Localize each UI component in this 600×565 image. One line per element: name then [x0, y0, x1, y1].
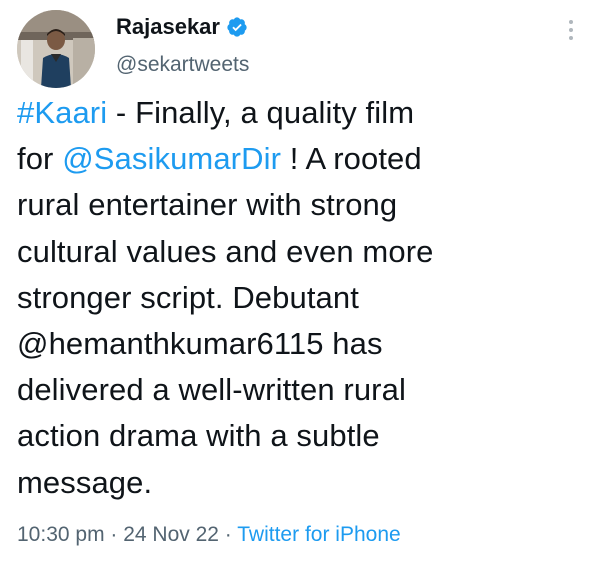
- author-row: Rajasekar: [116, 12, 249, 42]
- more-options-icon[interactable]: [566, 18, 576, 42]
- tweet-text-fragment: ! A rooted: [281, 141, 422, 177]
- tweet-text-fragment: stronger script. Debutant: [17, 279, 359, 315]
- tweet-text-line: for @SasikumarDir ! A rooted: [17, 136, 577, 182]
- tweet-text-line: action drama with a subtle: [17, 413, 577, 459]
- tweet-time[interactable]: 10:30 pm: [17, 523, 105, 546]
- tweet-text-line: message.: [17, 460, 577, 506]
- tweet-text-fragment: - Finally, a quality film: [107, 95, 415, 130]
- tweet-meta: 10:30 pm · 24 Nov 22 · Twitter for iPhon…: [17, 520, 401, 550]
- tweet-text-fragment: cultural values and even more: [17, 233, 434, 269]
- tweet-text-line: cultural values and even more: [17, 229, 577, 275]
- tweet-header: Rajasekar @sekartweets: [116, 12, 249, 78]
- tweet-text-line: #Kaari - Finally, a quality film: [17, 90, 577, 136]
- tweet-date[interactable]: 24 Nov 22: [123, 523, 219, 546]
- tweet-text-fragment: delivered a well-written rural: [17, 372, 406, 408]
- tweet-text: #Kaari - Finally, a quality film for @Sas…: [17, 90, 577, 506]
- hashtag-link[interactable]: #Kaari: [17, 95, 107, 130]
- tweet-text-line: delivered a well-written rural: [17, 367, 577, 413]
- avatar[interactable]: [17, 10, 95, 88]
- verified-badge-icon: [226, 16, 248, 38]
- tweet-text-fragment: for: [17, 141, 63, 177]
- author-name[interactable]: Rajasekar: [116, 12, 220, 42]
- tweet-card: Rajasekar @sekartweets #Kaari - Finally,…: [0, 0, 600, 565]
- tweet-text-fragment: message.: [17, 464, 153, 500]
- author-handle[interactable]: @sekartweets: [116, 52, 249, 78]
- avatar-photo-icon: [17, 10, 95, 88]
- meta-separator: ·: [104, 523, 124, 546]
- meta-separator: ·: [218, 523, 238, 546]
- tweet-text-line: rural entertainer with strong: [17, 182, 577, 228]
- tweet-text-fragment: action drama with a subtle: [17, 418, 380, 454]
- tweet-text-fragment: rural entertainer with strong: [17, 187, 398, 223]
- tweet-text-line: stronger script. Debutant: [17, 275, 577, 321]
- tweet-text-fragment: @hemanthkumar6115 has: [17, 326, 383, 362]
- tweet-text-line: @hemanthkumar6115 has: [17, 321, 577, 367]
- tweet-source-link[interactable]: Twitter for iPhone: [237, 523, 400, 546]
- mention-link[interactable]: @SasikumarDir: [62, 141, 281, 176]
